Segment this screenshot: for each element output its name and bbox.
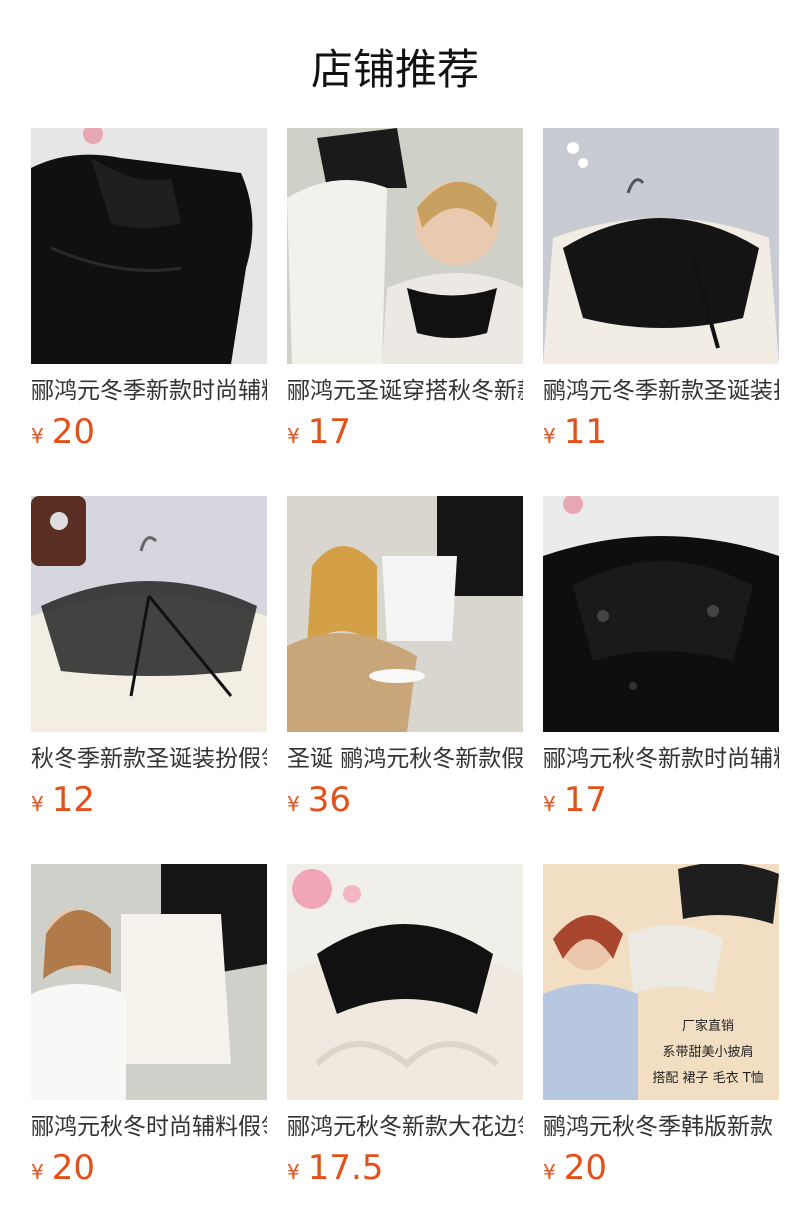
price-row: ¥ 17 bbox=[287, 412, 523, 452]
currency-symbol: ¥ bbox=[31, 792, 44, 816]
product-name[interactable]: 郦鸿元秋冬新款大花边领 bbox=[287, 1112, 523, 1142]
product-name[interactable]: 郦鸿元秋冬新款时尚辅料 bbox=[543, 744, 779, 774]
currency-symbol: ¥ bbox=[543, 424, 556, 448]
product-card[interactable]: 圣诞 鹂鸿元秋冬新款假领 ¥ 36 bbox=[287, 496, 523, 820]
product-price: 36 bbox=[307, 780, 351, 820]
product-image[interactable] bbox=[287, 128, 523, 364]
currency-symbol: ¥ bbox=[287, 792, 300, 816]
price-row: ¥ 20 bbox=[31, 412, 267, 452]
product-name[interactable]: 鹂鸿元冬季新款圣诞装扮 bbox=[543, 376, 779, 406]
price-row: ¥ 20 bbox=[543, 1148, 779, 1188]
promo-overlay: 厂家直销 系带甜美小披肩 搭配 裙子 毛衣 T恤 bbox=[643, 1014, 773, 1092]
product-price: 11 bbox=[563, 412, 607, 452]
product-name[interactable]: 秋冬季新款圣诞装扮假领 bbox=[31, 744, 267, 774]
promo-line: 系带甜美小披肩 bbox=[662, 1045, 754, 1060]
currency-symbol: ¥ bbox=[31, 1160, 44, 1184]
product-price: 20 bbox=[563, 1148, 607, 1188]
promo-line: 搭配 裙子 毛衣 T恤 bbox=[652, 1071, 764, 1086]
currency-symbol: ¥ bbox=[287, 424, 300, 448]
promo-line: 厂家直销 bbox=[681, 1019, 734, 1034]
price-row: ¥ 11 bbox=[543, 412, 779, 452]
product-card[interactable]: 厂家直销 系带甜美小披肩 搭配 裙子 毛衣 T恤 鹂鸿元秋冬季韩版新款 ¥ 20 bbox=[543, 864, 779, 1188]
product-image[interactable] bbox=[543, 128, 779, 364]
product-image[interactable] bbox=[543, 496, 779, 732]
product-name[interactable]: 郦鸿元冬季新款时尚辅料 bbox=[31, 376, 267, 406]
product-price: 17 bbox=[563, 780, 607, 820]
product-card[interactable]: 秋冬季新款圣诞装扮假领 ¥ 12 bbox=[31, 496, 267, 820]
product-price: 17.5 bbox=[307, 1148, 384, 1188]
currency-symbol: ¥ bbox=[31, 424, 44, 448]
currency-symbol: ¥ bbox=[543, 1160, 556, 1184]
product-price: 17 bbox=[307, 412, 351, 452]
price-row: ¥ 20 bbox=[31, 1148, 267, 1188]
product-card[interactable]: 郦鸿元秋冬新款时尚辅料 ¥ 17 bbox=[543, 496, 779, 820]
price-row: ¥ 36 bbox=[287, 780, 523, 820]
price-row: ¥ 17 bbox=[543, 780, 779, 820]
product-image[interactable] bbox=[287, 864, 523, 1100]
product-card[interactable]: 郦鸿元秋冬新款大花边领 ¥ 17.5 bbox=[287, 864, 523, 1188]
page-title: 店铺推荐 bbox=[310, 45, 479, 94]
currency-symbol: ¥ bbox=[543, 792, 556, 816]
product-image[interactable]: 厂家直销 系带甜美小披肩 搭配 裙子 毛衣 T恤 bbox=[543, 864, 779, 1100]
currency-symbol: ¥ bbox=[287, 1160, 300, 1184]
price-row: ¥ 12 bbox=[31, 780, 267, 820]
product-image[interactable] bbox=[31, 864, 267, 1100]
product-image[interactable] bbox=[31, 128, 267, 364]
product-image[interactable] bbox=[287, 496, 523, 732]
product-card[interactable]: 郦鸿元冬季新款时尚辅料 ¥ 20 bbox=[31, 128, 267, 452]
product-card[interactable]: 郦鸿元秋冬时尚辅料假领 ¥ 20 bbox=[31, 864, 267, 1188]
product-price: 20 bbox=[51, 412, 95, 452]
product-price: 12 bbox=[51, 780, 95, 820]
product-card[interactable]: 郦鸿元圣诞穿搭秋冬新款 ¥ 17 bbox=[287, 128, 523, 452]
product-name[interactable]: 圣诞 鹂鸿元秋冬新款假领 bbox=[287, 744, 523, 774]
product-price: 20 bbox=[51, 1148, 95, 1188]
product-name[interactable]: 鹂鸿元秋冬季韩版新款 bbox=[543, 1112, 779, 1142]
price-row: ¥ 17.5 bbox=[287, 1148, 523, 1188]
product-name[interactable]: 郦鸿元秋冬时尚辅料假领 bbox=[31, 1112, 267, 1142]
product-card[interactable]: 鹂鸿元冬季新款圣诞装扮 ¥ 11 bbox=[543, 128, 779, 452]
product-name[interactable]: 郦鸿元圣诞穿搭秋冬新款 bbox=[287, 376, 523, 406]
product-image[interactable] bbox=[31, 496, 267, 732]
